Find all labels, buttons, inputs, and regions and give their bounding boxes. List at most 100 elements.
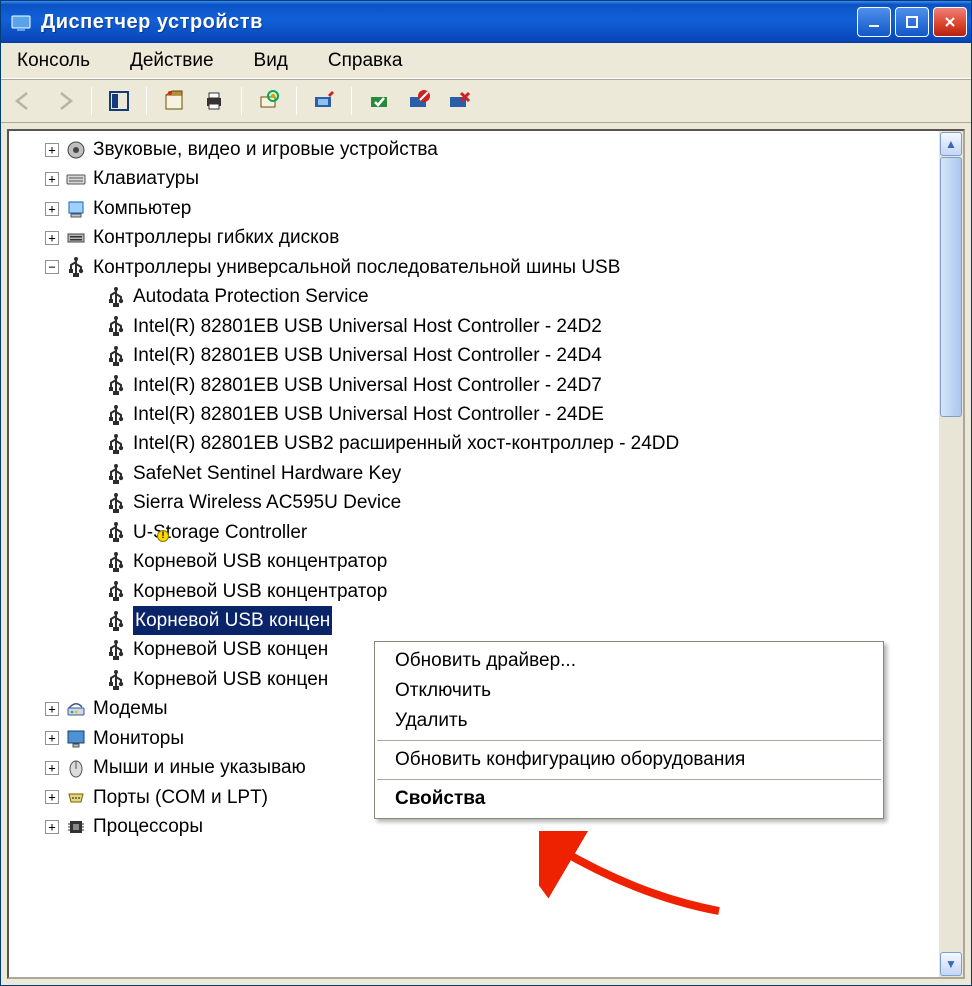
tree-node-label[interactable]: Контроллеры гибких дисков (93, 223, 339, 252)
port-icon (65, 786, 87, 808)
scroll-up-button[interactable]: ▲ (940, 132, 962, 156)
tree-node[interactable]: Корневой USB концентратор (81, 547, 939, 576)
tree-node[interactable]: Intel(R) 82801EB USB Universal Host Cont… (81, 312, 939, 341)
usb-icon (105, 315, 127, 337)
usb-icon (105, 610, 127, 632)
menu-console[interactable]: Консоль (11, 48, 96, 74)
context-menu-item[interactable]: Свойства (375, 784, 883, 814)
maximize-button[interactable] (895, 7, 929, 37)
usb-icon (105, 433, 127, 455)
tree-node-label[interactable]: Мыши и иные указываю (93, 753, 306, 782)
tree-node[interactable]: Autodata Protection Service (81, 282, 939, 311)
tree-node[interactable]: Intel(R) 82801EB USB2 расширенный хост-к… (81, 429, 939, 458)
tree-node-label[interactable]: Мониторы (93, 724, 184, 753)
tree-node[interactable]: Корневой USB концентратор (81, 577, 939, 606)
properties-button[interactable] (159, 86, 189, 116)
context-menu[interactable]: Обновить драйвер...ОтключитьУдалить Обнов… (374, 641, 884, 819)
computer-icon (65, 198, 87, 220)
tree-node-label[interactable]: Корневой USB концентратор (133, 547, 387, 576)
tree-node-label[interactable]: Корневой USB концен (133, 606, 332, 635)
tree-node-label[interactable]: Корневой USB концентратор (133, 577, 387, 606)
monitor-icon (65, 727, 87, 749)
uninstall-button[interactable] (444, 86, 474, 116)
tree-node-label[interactable]: Корневой USB концен (133, 665, 328, 694)
usb-icon (65, 256, 87, 278)
expand-icon[interactable]: + (45, 731, 59, 745)
tree-node-label[interactable]: Клавиатуры (93, 164, 199, 193)
show-hide-tree-button[interactable] (104, 86, 134, 116)
tree-node[interactable]: Корневой USB концен (81, 606, 939, 635)
scroll-track[interactable] (939, 157, 963, 951)
tree-node[interactable]: !U-Storage Controller (81, 518, 939, 547)
expand-icon[interactable]: + (45, 761, 59, 775)
tree-node-label[interactable]: Корневой USB концен (133, 635, 328, 664)
usb-icon (105, 521, 127, 543)
tree-node-label[interactable]: Intel(R) 82801EB USB Universal Host Cont… (133, 341, 602, 370)
separator (351, 87, 352, 115)
tree-node-label[interactable]: Sierra Wireless AC595U Device (133, 488, 401, 517)
back-button (9, 86, 39, 116)
expand-icon[interactable]: + (45, 702, 59, 716)
collapse-icon[interactable]: − (45, 260, 59, 274)
tree-node[interactable]: + Звуковые, видео и игровые устройства (41, 135, 939, 164)
usb-icon (105, 669, 127, 691)
context-menu-item[interactable]: Удалить (375, 706, 883, 736)
tree-node[interactable]: Sierra Wireless AC595U Device (81, 488, 939, 517)
tree-node-label[interactable]: Autodata Protection Service (133, 282, 369, 311)
usb-icon (105, 639, 127, 661)
toolbar (1, 79, 971, 123)
context-menu-item[interactable]: Отключить (375, 676, 883, 706)
sound-icon (65, 139, 87, 161)
tree-node[interactable]: Intel(R) 82801EB USB Universal Host Cont… (81, 341, 939, 370)
disable-button[interactable] (404, 86, 434, 116)
close-button[interactable] (933, 7, 967, 37)
usb-icon (105, 580, 127, 602)
tree-node[interactable]: + Клавиатуры (41, 164, 939, 193)
separator (91, 87, 92, 115)
tree-node[interactable]: Intel(R) 82801EB USB Universal Host Cont… (81, 371, 939, 400)
usb-icon (105, 551, 127, 573)
tree-node-label[interactable]: Intel(R) 82801EB USB Universal Host Cont… (133, 371, 602, 400)
tree-node[interactable]: + Контроллеры гибких дисков (41, 223, 939, 252)
tree-node[interactable]: + Компьютер (41, 194, 939, 223)
tree-node[interactable]: Intel(R) 82801EB USB Universal Host Cont… (81, 400, 939, 429)
tree-node-label[interactable]: Модемы (93, 694, 168, 723)
enable-button[interactable] (364, 86, 394, 116)
separator (296, 87, 297, 115)
tree-node-label[interactable]: Intel(R) 82801EB USB2 расширенный хост-к… (133, 429, 679, 458)
expand-icon[interactable]: + (45, 172, 59, 186)
tree-node-label[interactable]: SafeNet Sentinel Hardware Key (133, 459, 401, 488)
menu-view[interactable]: Вид (248, 48, 294, 74)
usb-icon (105, 404, 127, 426)
device-tree[interactable]: + Звуковые, видео и игровые устройства + Кл… (9, 131, 939, 977)
vertical-scrollbar[interactable]: ▲ ▼ (939, 131, 963, 977)
expand-icon[interactable]: + (45, 820, 59, 834)
tree-node-label[interactable]: Процессоры (93, 812, 203, 841)
forward-button (49, 86, 79, 116)
tree-node[interactable]: − Контроллеры универсальной последователь… (41, 253, 939, 282)
tree-node[interactable]: SafeNet Sentinel Hardware Key (81, 459, 939, 488)
tree-node-label[interactable]: Звуковые, видео и игровые устройства (93, 135, 438, 164)
app-icon (9, 10, 33, 34)
usb-icon (105, 345, 127, 367)
context-menu-item[interactable]: Обновить драйвер... (375, 646, 883, 676)
menu-action[interactable]: Действие (124, 48, 220, 74)
expand-icon[interactable]: + (45, 790, 59, 804)
update-driver-button[interactable] (309, 86, 339, 116)
tree-node-label[interactable]: Intel(R) 82801EB USB Universal Host Cont… (133, 312, 602, 341)
scroll-thumb[interactable] (940, 157, 962, 417)
expand-icon[interactable]: + (45, 202, 59, 216)
scroll-down-button[interactable]: ▼ (940, 952, 962, 976)
tree-node-label[interactable]: Порты (COM и LPT) (93, 783, 268, 812)
expand-icon[interactable]: + (45, 143, 59, 157)
context-menu-item[interactable]: Обновить конфигурацию оборудования (375, 745, 883, 775)
tree-node-label[interactable]: Компьютер (93, 194, 191, 223)
scan-hardware-button[interactable] (254, 86, 284, 116)
menu-help[interactable]: Справка (322, 48, 409, 74)
tree-node-label[interactable]: Контроллеры универсальной последовательн… (93, 253, 620, 282)
print-button[interactable] (199, 86, 229, 116)
tree-node-label[interactable]: Intel(R) 82801EB USB Universal Host Cont… (133, 400, 604, 429)
expand-icon[interactable]: + (45, 231, 59, 245)
minimize-button[interactable] (857, 7, 891, 37)
menubar: Консоль Действие Вид Справка (1, 43, 971, 79)
